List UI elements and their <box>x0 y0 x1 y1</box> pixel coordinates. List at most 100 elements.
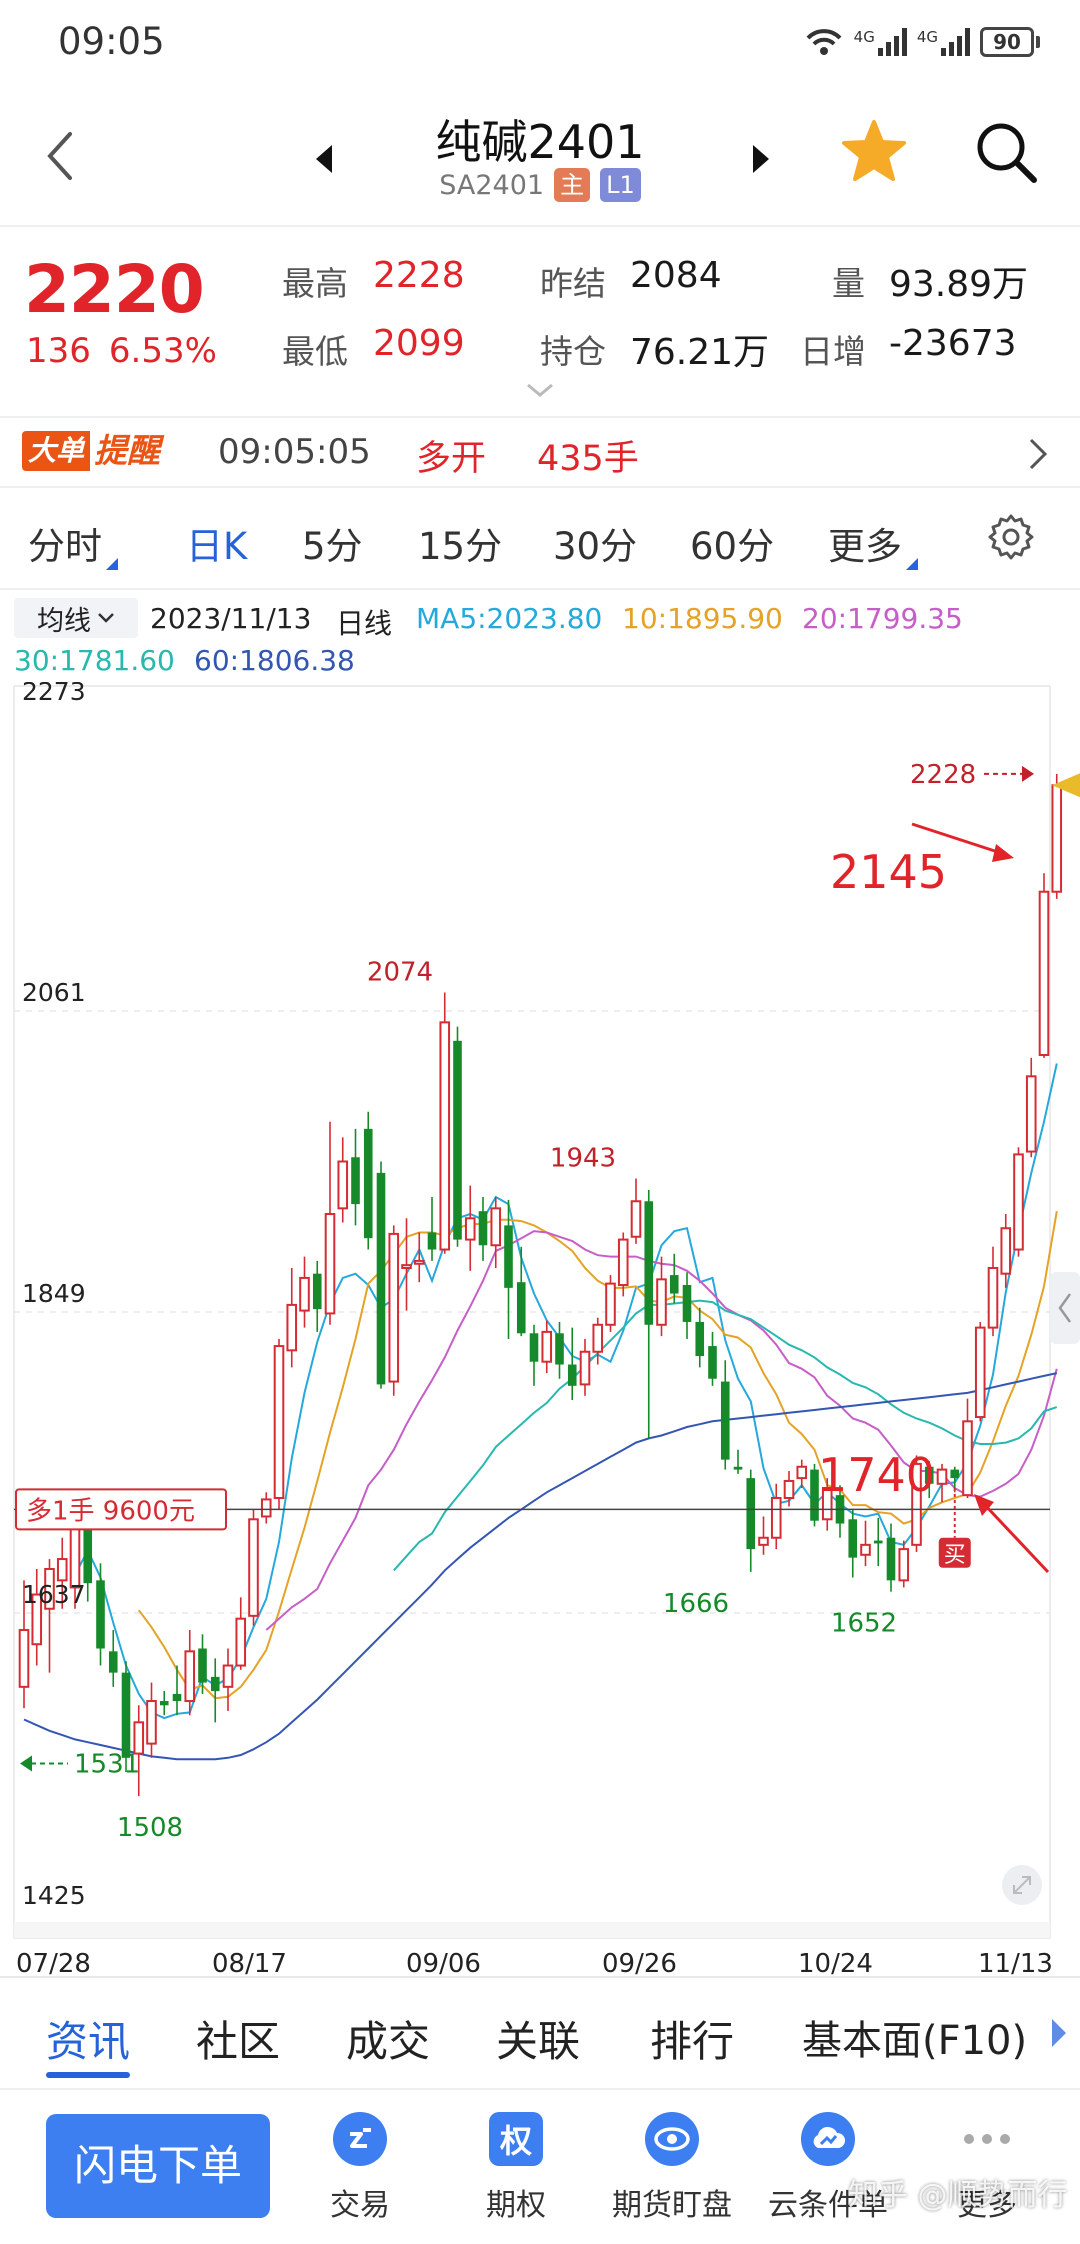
high-value: 2228 <box>373 255 465 296</box>
price-change: 136 <box>26 331 91 371</box>
y-tick-label: 1849 <box>22 1279 86 1308</box>
tab-label: 分时 <box>28 525 102 568</box>
indicator-header: 均线 2023/11/13 日线 MA5:2023.80 10:1895.90 … <box>0 590 1080 682</box>
option-icon: 权 <box>489 2112 543 2166</box>
peak-label: 2074 <box>367 958 433 988</box>
trough-label: 1666 <box>663 1589 729 1619</box>
tab-fundamentals[interactable]: 基本面(F10) <box>802 2008 1027 2066</box>
candle-body-up <box>1025 1075 1037 1153</box>
tab-label: 15分 <box>418 525 503 568</box>
nav-option[interactable]: 权 期权 <box>441 2112 591 2224</box>
status-bar: 09:05 4G 4G 90 <box>0 0 1080 86</box>
tab-60min[interactable]: 60分 <box>690 516 774 570</box>
candle-body-up <box>56 1558 68 1582</box>
battery-level: 90 <box>980 27 1034 57</box>
candle-body-up <box>770 1496 782 1539</box>
candle-body-down <box>453 1040 462 1240</box>
candle-body-up <box>184 1650 196 1703</box>
indicator-select-label: 均线 <box>37 605 91 637</box>
prev-settle-value: 2084 <box>630 255 722 296</box>
candle-body-down <box>708 1346 717 1379</box>
candle-body-up <box>464 1217 476 1241</box>
indicator-select[interactable]: 均线 <box>14 598 138 638</box>
ma30-value: 30:1781.60 <box>14 644 175 677</box>
status-time: 09:05 <box>58 20 165 63</box>
candle-body-down <box>159 1701 169 1706</box>
volume-label: 量 <box>832 264 865 303</box>
candle-body-up <box>617 1238 629 1287</box>
ma60-value: 60:1806.38 <box>194 644 355 677</box>
option-icon-glyph: 权 <box>499 2122 532 2160</box>
big-order-alert[interactable]: 大单 提醒 09:05:05 多开 435手 <box>0 418 1080 486</box>
info-tabs: 资讯 社区 成交 关联 排行 基本面(F10) <box>0 1978 1080 2088</box>
price-change-pct: 6.53% <box>108 331 217 371</box>
chevron-down-icon[interactable] <box>524 380 556 400</box>
candle-body-down <box>504 1225 513 1288</box>
candle-body-up <box>248 1518 259 1617</box>
scroll-right-icon[interactable] <box>1048 2016 1070 2050</box>
tab-related[interactable]: 关联 <box>496 2008 580 2069</box>
buy-marker-label: 买 <box>944 1543 966 1568</box>
tab-news[interactable]: 资讯 <box>46 2008 130 2069</box>
candle-body-up <box>630 1200 642 1238</box>
candle-body-down <box>96 1580 105 1649</box>
candle-body-down <box>873 1540 883 1544</box>
nav-trade[interactable]: 交易 <box>285 2112 435 2224</box>
candle-body-down <box>669 1275 679 1294</box>
nav-label: 交易 <box>330 2188 390 2223</box>
tab-community[interactable]: 社区 <box>196 2008 280 2069</box>
tab-daily-k[interactable]: 日K <box>186 516 247 570</box>
open-interest-value: 76.21万 <box>630 332 770 373</box>
tab-5min[interactable]: 5分 <box>302 516 363 570</box>
y-tick-label: 2273 <box>22 682 86 706</box>
active-tab-indicator <box>46 2072 130 2078</box>
trough-label: 1508 <box>117 1813 183 1843</box>
prev-contract-button[interactable] <box>310 141 340 177</box>
favorite-star-icon[interactable] <box>838 116 910 188</box>
candle-body-down <box>567 1364 577 1386</box>
candle-body-up <box>936 1468 948 1485</box>
header: 纯碱2401 SA2401 主 L1 <box>0 86 1080 226</box>
candle-body-down <box>210 1676 220 1692</box>
x-tick-label: 11/13 <box>978 1949 1053 1978</box>
tab-ranking[interactable]: 排行 <box>650 2008 734 2069</box>
tab-30min[interactable]: 30分 <box>553 516 637 570</box>
high-label: 最高 <box>282 264 348 303</box>
open-interest-label: 持仓 <box>540 332 606 371</box>
kline-chart[interactable]: 多1手 9600元 2074 1943 1666 1652 1508 1531 2228 214… <box>0 682 1080 1978</box>
flash-order-button[interactable]: 闪电下单 <box>46 2114 270 2218</box>
candle-body-up <box>796 1465 808 1480</box>
last-price: 2220 <box>24 251 205 328</box>
candle-body-down <box>848 1519 858 1558</box>
candle-body-up <box>18 1629 30 1688</box>
candle-body-down <box>746 1478 756 1550</box>
tab-timeshare[interactable]: 分时 <box>28 516 118 570</box>
annotation-arrow-head <box>992 844 1014 862</box>
left-flag-arrow <box>20 1755 32 1772</box>
nav-watch[interactable]: 期货盯盘 <box>597 2112 747 2224</box>
watch-icon <box>645 2112 699 2166</box>
search-icon[interactable] <box>970 116 1042 188</box>
candle-body-down <box>695 1321 705 1357</box>
chevron-right-icon[interactable] <box>1026 436 1050 472</box>
back-button[interactable] <box>40 126 90 196</box>
quote-panel[interactable]: 2220 136 6.53% 最高 2228 最低 2099 昨结 2084 持… <box>0 227 1080 417</box>
candle-body-up <box>299 1276 310 1312</box>
next-contract-button[interactable] <box>745 141 775 177</box>
gear-icon[interactable] <box>986 512 1036 562</box>
candle-body-up <box>413 1259 425 1265</box>
candle-body-up <box>439 1021 451 1251</box>
candle-body-up <box>324 1213 336 1315</box>
tab-more[interactable]: 更多 <box>828 516 918 570</box>
tab-15min[interactable]: 15分 <box>418 516 502 570</box>
y-tick-label: 1425 <box>22 1881 86 1910</box>
candle-body-up <box>1038 890 1050 1057</box>
candle-body-down <box>108 1651 118 1673</box>
tab-trades[interactable]: 成交 <box>346 2008 430 2069</box>
main-contract-badge: 主 <box>554 168 591 202</box>
candle-body-down <box>351 1157 360 1205</box>
candle-body-up <box>898 1548 910 1582</box>
battery-icon: 90 <box>980 27 1040 57</box>
network-type: 4G <box>853 28 875 46</box>
candle-body-down <box>363 1128 373 1239</box>
